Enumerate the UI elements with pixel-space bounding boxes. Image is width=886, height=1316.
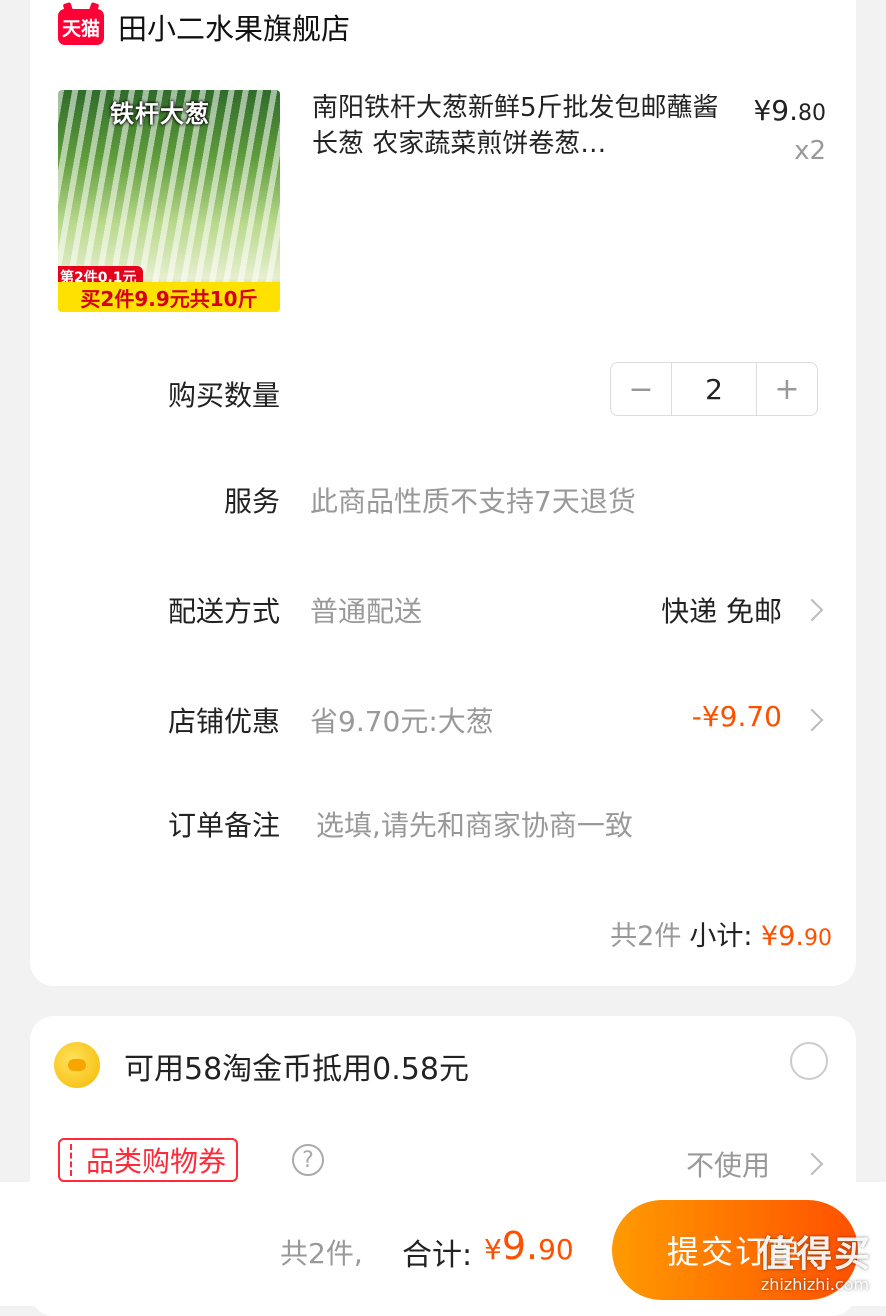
delivery-value[interactable]: 普通配送 [310,590,422,630]
service-value: 此商品性质不支持7天退货 [310,485,636,518]
remark-label: 订单备注 [167,809,280,842]
taojinbi-coin-icon [54,1042,100,1088]
delivery-label: 配送方式 [167,595,280,628]
delivery-chevron-icon[interactable] [800,598,824,622]
quantity-stepper: − 2 + [610,362,818,416]
product-title[interactable]: 南阳铁杆大葱新鲜5斤批发包邮蘸酱长葱 农家蔬菜煎饼卷葱… [312,90,722,162]
total-label: 合计: [402,1238,473,1273]
service-label: 服务 [223,485,280,518]
coin-deduction-radio[interactable] [790,1042,828,1080]
increment-button[interactable]: + [757,363,817,415]
total-amount: ¥9.90 [484,1224,574,1268]
shop-discount-value[interactable]: 省9.70元:大葱 [310,700,494,740]
product-quantity: x2 [794,136,826,166]
remark-input[interactable]: 选填,请先和商家协商一致 [316,804,633,844]
site-watermark: 值得买 zhizhizhi.com [757,1234,872,1295]
discount-chevron-icon[interactable] [800,708,824,732]
checkout-bar: 共2件, 合计: ¥9.90 提交订单 值得买 zhizhizhi.com [0,1182,886,1306]
product-price: ¥9.80 [753,94,826,127]
product-image-title: 铁杆大葱 [110,100,210,128]
coin-deduction-text: 可用58淘金币抵用0.58元 [124,1052,469,1087]
coupon-value[interactable]: 不使用 [686,1144,770,1184]
delivery-method[interactable]: 快递 免邮 [661,590,782,630]
quantity-label: 购买数量 [167,379,280,412]
shop-name[interactable]: 田小二水果旗舰店 [118,6,350,48]
decrement-button[interactable]: − [611,363,671,415]
product-image[interactable]: 铁杆大葱 第2件0.1元 买2件9.9元共10斤 [58,90,280,312]
shop-discount-label: 店铺优惠 [167,705,280,738]
shop-header[interactable]: 天猫 田小二水果旗舰店 [58,6,350,48]
total-count: 共2件, [280,1237,363,1270]
help-icon[interactable]: ? [292,1144,324,1176]
coupon-tag: 品类购物券 [58,1138,239,1182]
order-item-card: 天猫 田小二水果旗舰店 铁杆大葱 第2件0.1元 买2件9.9元共10斤 南阳铁… [30,0,856,986]
tmall-logo-icon: 天猫 [58,9,104,45]
subtotal: 共2件 小计: ¥9.90 [610,921,832,952]
shop-discount-amount[interactable]: -¥9.70 [692,700,782,733]
quantity-value[interactable]: 2 [671,363,757,415]
product-image-banner: 买2件9.9元共10斤 [58,282,280,312]
coupon-chevron-icon[interactable] [800,1152,824,1176]
